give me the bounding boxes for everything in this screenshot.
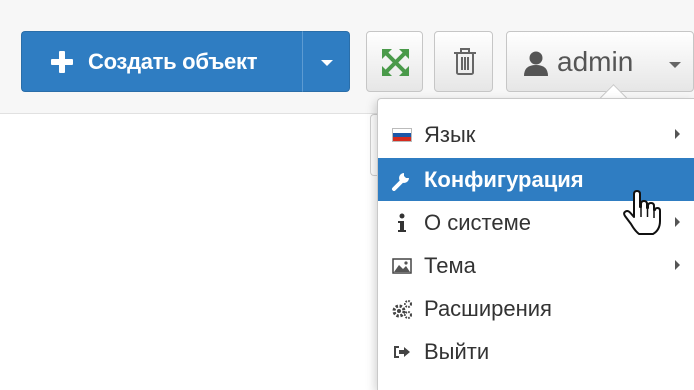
plus-icon	[48, 48, 76, 76]
delete-button[interactable]	[434, 31, 493, 92]
menu-item-label: О системе	[424, 210, 531, 235]
menu-item-logout[interactable]: Выйти	[378, 330, 694, 373]
fullscreen-button[interactable]	[366, 31, 423, 92]
user-name-label: admin	[557, 46, 634, 77]
caret-right-icon	[675, 260, 680, 270]
trash-icon	[454, 48, 476, 75]
menu-item-label: Конфигурация	[424, 167, 584, 192]
menu-item-theme[interactable]: Тема	[378, 244, 694, 287]
user-menu-button[interactable]: admin	[506, 31, 694, 92]
sign-out-icon	[391, 341, 413, 363]
expand-arrows-icon	[382, 49, 409, 76]
menu-item-extensions[interactable]: Расширения	[378, 287, 694, 330]
caret-down-icon	[669, 62, 681, 68]
create-object-label: Создать объект	[88, 48, 258, 74]
menu-item-label: Тема	[424, 253, 476, 278]
create-object-button[interactable]: Создать объект	[21, 31, 302, 92]
picture-icon	[391, 255, 413, 277]
russian-flag-icon	[391, 124, 413, 146]
gears-icon	[391, 298, 413, 320]
menu-item-label: Выйти	[424, 339, 490, 364]
create-object-dropdown-toggle[interactable]	[302, 31, 350, 92]
info-icon	[391, 212, 413, 234]
menu-item-label: Расширения	[424, 296, 552, 321]
user-dropdown-menu: Язык Конфигурация О системе Тема Расшире…	[377, 98, 694, 390]
wrench-icon	[391, 169, 413, 191]
menu-item-label: Язык	[424, 122, 476, 147]
user-icon	[524, 51, 548, 76]
caret-right-icon	[675, 217, 680, 227]
caret-down-icon	[321, 60, 333, 66]
hand-cursor-icon	[623, 190, 661, 235]
caret-right-icon	[675, 129, 680, 139]
menu-item-language[interactable]: Язык	[378, 113, 694, 156]
